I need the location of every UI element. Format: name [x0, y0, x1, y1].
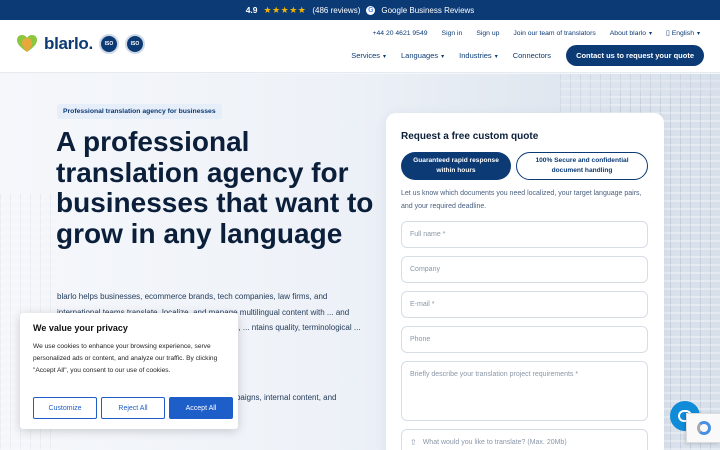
- google-reviews-label: Google Business Reviews: [381, 5, 475, 15]
- chevron-down-icon: ▾: [649, 30, 653, 37]
- join-translators-link[interactable]: Join our team of translators: [513, 30, 595, 37]
- google-icon: G: [366, 5, 376, 15]
- email-field[interactable]: E-mail *: [401, 291, 648, 318]
- about-label: About blarlo: [609, 29, 647, 37]
- logo[interactable]: blarlo. ISO ISO: [16, 34, 145, 54]
- nav-languages[interactable]: Languages ▾: [401, 51, 444, 60]
- nav-connectors[interactable]: Connectors: [513, 51, 551, 60]
- signup-link[interactable]: Sign up: [476, 30, 499, 37]
- rating-value: 4.9: [245, 5, 258, 15]
- file-upload-field[interactable]: ⇧ What would you like to translate? (Max.…: [401, 429, 648, 450]
- tab-rapid-response[interactable]: Guaranteed rapid response within hours: [401, 152, 511, 180]
- accept-all-button[interactable]: Accept All: [169, 397, 233, 419]
- language-selector[interactable]: ▯ English ▾: [666, 29, 700, 37]
- phone-link[interactable]: +44 20 4621 9549: [373, 30, 428, 37]
- nav-languages-label: Languages: [401, 51, 439, 60]
- project-placeholder: Briefly describe your translation projec…: [410, 371, 579, 378]
- full-name-field[interactable]: Full name *: [401, 221, 648, 248]
- language-label: English: [671, 30, 694, 37]
- phone-field[interactable]: Phone: [401, 326, 648, 353]
- utility-nav: +44 20 4621 9549 Sign in Sign up Join ou…: [373, 29, 700, 38]
- full-name-placeholder: Full name *: [410, 231, 446, 238]
- rating-bar[interactable]: 4.9 ★★★★★ (486 reviews) G Google Busines…: [0, 0, 720, 20]
- hero-badge: Professional translation agency for busi…: [57, 104, 222, 119]
- nav-industries[interactable]: Industries ▾: [459, 51, 498, 60]
- heart-logo-icon: [16, 34, 38, 54]
- chevron-down-icon: ▾: [383, 54, 387, 60]
- logo-text: blarlo.: [44, 34, 93, 53]
- recaptcha-badge[interactable]: [686, 413, 720, 443]
- iso-badge-icon: ISO: [124, 34, 145, 54]
- recaptcha-icon: [696, 421, 711, 435]
- hero-title: A professional translation agency for bu…: [56, 126, 374, 249]
- nav-services-label: Services: [351, 51, 380, 60]
- chevron-down-icon: ▾: [494, 54, 498, 60]
- project-description-field[interactable]: Briefly describe your translation projec…: [401, 361, 648, 421]
- main-nav: Services ▾ Languages ▾ Industries ▾ Connect…: [351, 45, 704, 66]
- quote-form-card: Request a free custom quote Guaranteed r…: [386, 113, 664, 450]
- upload-placeholder: What would you like to translate? (Max. …: [422, 439, 567, 446]
- iso-badge-icon: ISO: [98, 34, 119, 54]
- site-header: blarlo. ISO ISO +44 20 4621 9549 Sign in…: [0, 20, 720, 73]
- upload-icon: ⇧: [410, 438, 417, 447]
- review-count: (486 reviews): [312, 5, 361, 15]
- customize-button[interactable]: Customize: [33, 397, 97, 419]
- cookie-text: We use cookies to enhance your browsing …: [33, 343, 218, 374]
- tab-secure-handling[interactable]: 100% Secure and confidential document ha…: [516, 152, 648, 180]
- quote-title: Request a free custom quote: [401, 131, 539, 142]
- chevron-down-icon: ▾: [441, 54, 445, 60]
- cookie-title: We value your privacy: [33, 323, 128, 333]
- quote-description: Let us know which documents you need loc…: [401, 190, 642, 210]
- reject-all-button[interactable]: Reject All: [101, 397, 165, 419]
- request-quote-button[interactable]: Contact us to request your quote: [566, 45, 704, 66]
- nav-industries-label: Industries: [459, 51, 492, 60]
- company-field[interactable]: Company: [401, 256, 648, 283]
- star-icons: ★★★★★: [263, 4, 307, 15]
- email-placeholder: E-mail *: [410, 301, 435, 308]
- nav-services[interactable]: Services ▾: [351, 51, 386, 60]
- cookie-consent-banner: We value your privacy We use cookies to …: [20, 313, 238, 429]
- cookie-buttons: Customize Reject All Accept All: [33, 397, 233, 419]
- phone-placeholder: Phone: [410, 336, 431, 343]
- chevron-down-icon: ▾: [696, 31, 700, 37]
- signin-link[interactable]: Sign in: [442, 30, 463, 37]
- about-menu[interactable]: About blarlo ▾: [610, 30, 652, 37]
- company-placeholder: Company: [410, 266, 440, 273]
